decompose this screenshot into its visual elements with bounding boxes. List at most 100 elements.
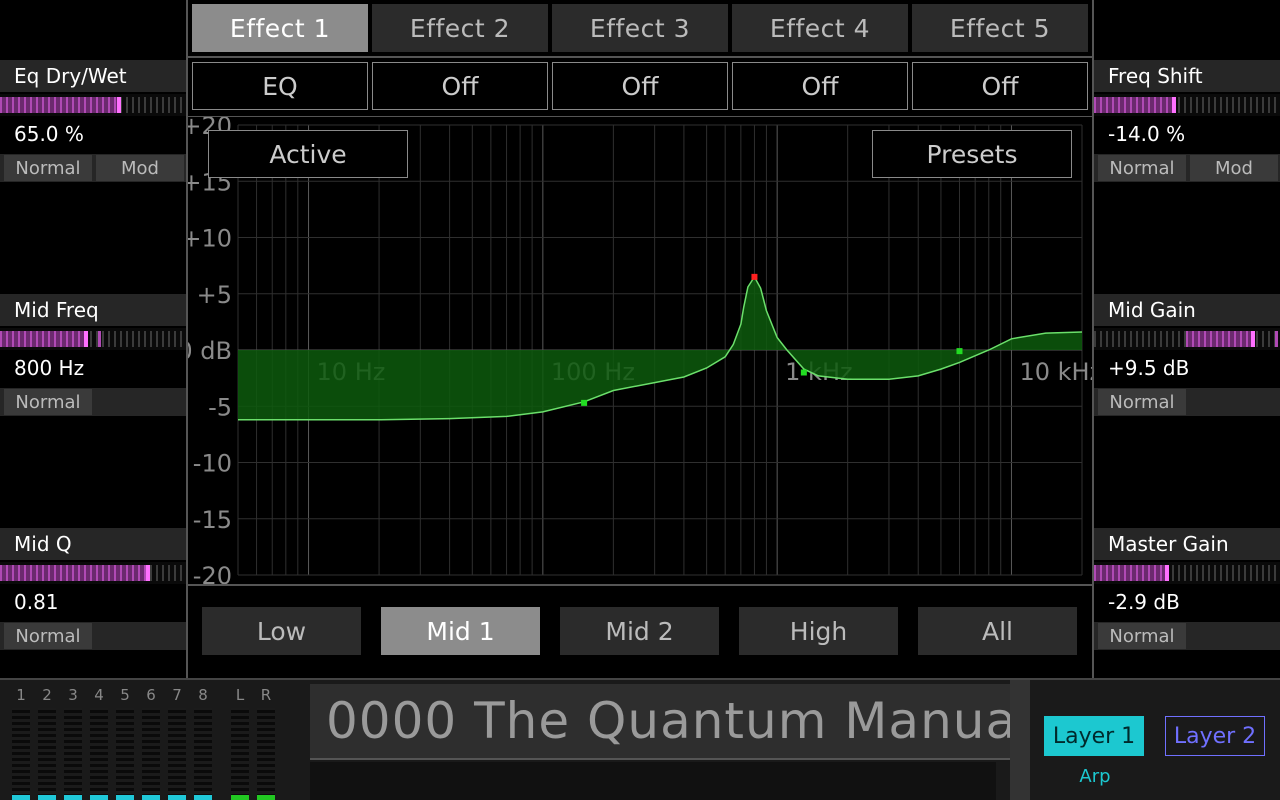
eq-node-1[interactable] (581, 399, 588, 406)
tab-effect-4[interactable]: Effect 4 (732, 4, 908, 52)
y-tick-label: 0 dB (188, 337, 232, 365)
effect-slot-5[interactable]: Off (912, 62, 1088, 110)
slider-fill (0, 331, 86, 347)
normal-button[interactable]: Normal (1098, 389, 1186, 415)
display-scrollbar[interactable] (1010, 680, 1030, 800)
slider-handle[interactable] (1251, 331, 1255, 347)
channel-meter (142, 708, 160, 800)
effect-slot-3[interactable]: Off (552, 62, 728, 110)
normal-button[interactable]: Normal (4, 155, 92, 181)
normal-button[interactable]: Normal (4, 623, 92, 649)
panel-title: Mid Freq (0, 294, 186, 326)
panel-title: Master Gain (1094, 528, 1280, 560)
y-tick-label: +5 (197, 281, 232, 309)
panel-value: -14.0 % (1108, 122, 1186, 146)
slider-mod-marker (98, 331, 101, 347)
y-tick-label: -15 (193, 506, 232, 534)
slider-fill (1186, 331, 1254, 347)
freq-shift-slider[interactable] (1094, 94, 1280, 116)
slider-handle[interactable] (117, 97, 121, 113)
x-tick-label: 10 kHz (1019, 358, 1092, 386)
mod-button[interactable]: Mod (96, 155, 184, 181)
slider-fill (0, 565, 148, 581)
mid-gain-slider[interactable] (1094, 328, 1280, 350)
effect-slot-1[interactable]: EQ (192, 62, 368, 110)
channel-meter (90, 708, 108, 800)
layer-1-button[interactable]: Layer 1 (1044, 716, 1144, 756)
slider-fill (1094, 97, 1174, 113)
slider-handle[interactable] (84, 331, 88, 347)
y-tick-label: +10 (188, 225, 232, 253)
band-all-button[interactable]: All (918, 607, 1077, 655)
eq-node-2[interactable] (751, 273, 758, 280)
meter-label: 2 (42, 686, 52, 704)
mod-button[interactable]: Mod (1190, 155, 1278, 181)
channel-meter (64, 708, 82, 800)
effect-slot-2[interactable]: Off (372, 62, 548, 110)
presets-button[interactable]: Presets (872, 130, 1072, 178)
normal-button[interactable]: Normal (4, 389, 92, 415)
mid-freq-slider[interactable] (0, 328, 186, 350)
eq-node-3[interactable] (800, 369, 807, 376)
band-mid1-button[interactable]: Mid 1 (381, 607, 540, 655)
y-tick-label: -10 (193, 450, 232, 478)
tab-effect-1[interactable]: Effect 1 (192, 4, 368, 52)
layer-2-button[interactable]: Layer 2 (1165, 716, 1265, 756)
meter-label: 1 (16, 686, 26, 704)
channel-meter (194, 708, 212, 800)
channel-meter (38, 708, 56, 800)
tab-effect-5[interactable]: Effect 5 (912, 4, 1088, 52)
tab-effect-3[interactable]: Effect 3 (552, 4, 728, 52)
program-sub-display (310, 762, 996, 800)
meter-label: 5 (120, 686, 130, 704)
panel-title: Eq Dry/Wet (0, 60, 186, 92)
master-gain-slider[interactable] (1094, 562, 1280, 584)
master-meter-right (257, 708, 275, 800)
eq-graph[interactable]: +20+15+10+50 dB-5-10-15-2010 Hz100 Hz1 k… (188, 116, 1092, 585)
panel-value: 0.81 (14, 590, 59, 614)
slider-fill (1094, 565, 1167, 581)
program-name: 0000 The Quantum Manual (326, 692, 1032, 750)
eq-curve-fill (238, 276, 1082, 420)
slider-handle[interactable] (1165, 565, 1169, 581)
panel-value: +9.5 dB (1108, 356, 1190, 380)
arp-label[interactable]: Arp (1070, 766, 1120, 790)
channel-meter (168, 708, 186, 800)
effect-tab-bar: Effect 1 Effect 2 Effect 3 Effect 4 Effe… (188, 0, 1092, 56)
mid-q-slider[interactable] (0, 562, 186, 584)
panel-title: Mid Gain (1094, 294, 1280, 326)
channel-meter (12, 708, 30, 800)
slider-fill (0, 97, 118, 113)
normal-button[interactable]: Normal (1098, 155, 1186, 181)
master-meter-left (231, 708, 249, 800)
tab-effect-2[interactable]: Effect 2 (372, 4, 548, 52)
panel-value: -2.9 dB (1108, 590, 1180, 614)
effect-slot-4[interactable]: Off (732, 62, 908, 110)
tab-divider (188, 56, 1092, 58)
band-mid2-button[interactable]: Mid 2 (560, 607, 719, 655)
meter-label: 4 (94, 686, 104, 704)
panel-title: Mid Q (0, 528, 186, 560)
slider-handle[interactable] (146, 565, 150, 581)
eq-dry-wet-slider[interactable] (0, 94, 186, 116)
meter-label: R (260, 686, 272, 704)
meter-label: 8 (198, 686, 208, 704)
meter-label: 6 (146, 686, 156, 704)
meter-label: 7 (172, 686, 182, 704)
normal-button[interactable]: Normal (1098, 623, 1186, 649)
panel-value: 65.0 % (14, 122, 84, 146)
y-tick-label: -5 (208, 393, 232, 421)
slider-mod-marker (1275, 331, 1278, 347)
meter-label: 3 (68, 686, 78, 704)
channel-meter (116, 708, 134, 800)
y-tick-label: -20 (193, 562, 232, 585)
slider-handle[interactable] (1172, 97, 1176, 113)
band-low-button[interactable]: Low (202, 607, 361, 655)
band-high-button[interactable]: High (739, 607, 898, 655)
panel-title: Freq Shift (1094, 60, 1280, 92)
eq-graph-svg[interactable]: +20+15+10+50 dB-5-10-15-2010 Hz100 Hz1 k… (188, 117, 1092, 585)
eq-node-4[interactable] (956, 348, 963, 355)
panel-value: 800 Hz (14, 356, 85, 380)
active-button[interactable]: Active (208, 130, 408, 178)
meter-label: L (235, 686, 245, 704)
